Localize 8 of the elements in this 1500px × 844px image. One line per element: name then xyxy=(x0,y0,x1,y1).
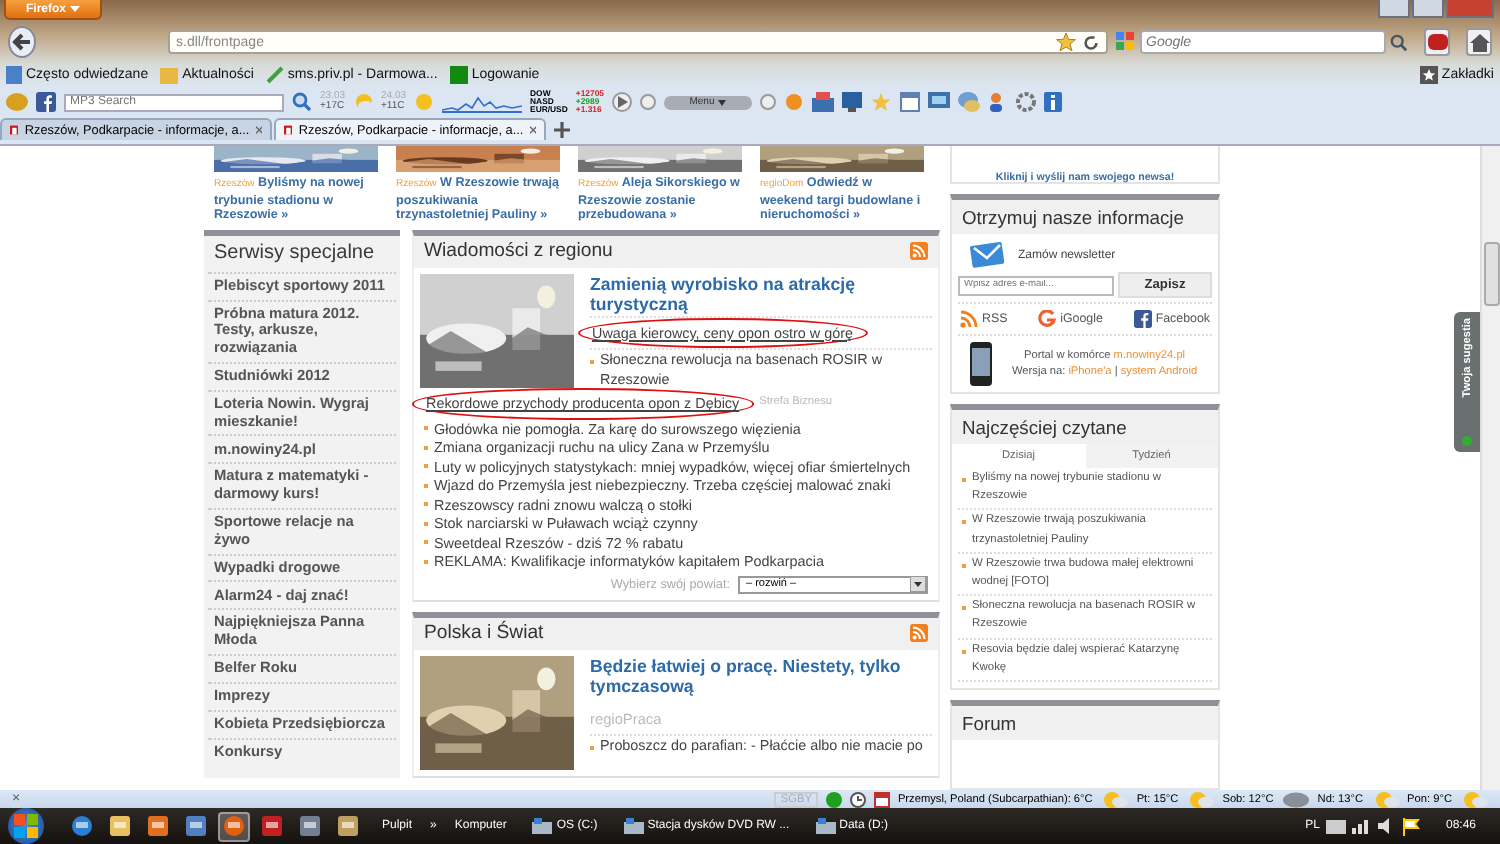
panel-title: Najczęściej czytane xyxy=(952,410,1218,444)
panel-title: Polska i Świat xyxy=(424,622,544,645)
panel-title: Forum xyxy=(952,706,1218,741)
panel-title: Wiadomości z regionu xyxy=(424,240,613,263)
headline-link[interactable]: Zamienią wyrobisko na atrakcję turystyczną xyxy=(590,273,932,316)
panel-title: Otrzymuj nasze informacje xyxy=(952,200,1218,234)
headline-link[interactable]: Będzie łatwiej o pracę. Niestety, tylko tymczasową xyxy=(590,655,932,698)
panel-title: Serwisy specjalne xyxy=(212,239,377,268)
